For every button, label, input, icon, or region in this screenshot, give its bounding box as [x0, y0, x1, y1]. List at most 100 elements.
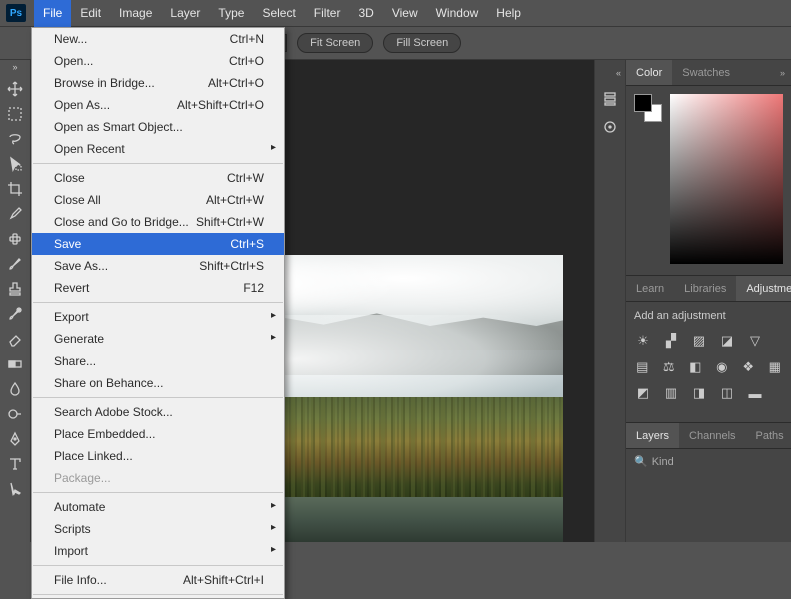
panels-collapse-icon[interactable]: »	[774, 60, 791, 85]
move-tool[interactable]	[3, 78, 27, 100]
posterize-icon[interactable]: ▥	[662, 384, 680, 402]
menu-file[interactable]: File	[34, 0, 71, 27]
photoshop-logo-icon: Ps	[6, 4, 26, 22]
menu-image[interactable]: Image	[110, 0, 161, 27]
tab-adjustments[interactable]: Adjustment	[736, 276, 791, 301]
menu-item-save[interactable]: SaveCtrl+S	[32, 233, 284, 255]
menu-item-revert[interactable]: RevertF12	[32, 277, 284, 299]
menu-item-close-all[interactable]: Close AllAlt+Ctrl+W	[32, 189, 284, 211]
menu-item-open-as-smart-object[interactable]: Open as Smart Object...	[32, 116, 284, 138]
menu-item-label: Browse in Bridge...	[54, 76, 208, 90]
menu-item-place-linked[interactable]: Place Linked...	[32, 445, 284, 467]
properties-panel-icon[interactable]	[599, 116, 621, 138]
tab-layers[interactable]: Layers	[626, 423, 679, 448]
fill-screen-button[interactable]: Fill Screen	[383, 33, 461, 53]
menu-edit[interactable]: Edit	[71, 0, 110, 27]
color-picker-field[interactable]	[670, 94, 783, 264]
menu-item-search-adobe-stock[interactable]: Search Adobe Stock...	[32, 401, 284, 423]
type-tool[interactable]	[3, 453, 27, 475]
healing-tool[interactable]	[3, 228, 27, 250]
lookup-icon[interactable]: ▦	[767, 358, 784, 376]
panels-collapse-icon[interactable]: «	[616, 68, 621, 78]
color-panel-tabs: Color Swatches »	[626, 60, 791, 86]
levels-icon[interactable]: ▞	[662, 332, 680, 350]
fit-screen-button[interactable]: Fit Screen	[297, 33, 373, 53]
layers-panel-group: Layers Channels Paths 🔍 Kind	[626, 423, 791, 542]
layer-kind-label[interactable]: Kind	[652, 456, 674, 468]
bw-icon[interactable]: ◧	[687, 358, 704, 376]
tab-learn[interactable]: Learn	[626, 276, 674, 301]
menu-item-label: New...	[54, 32, 230, 46]
vibrance-icon[interactable]: ▽	[746, 332, 764, 350]
dodge-tool[interactable]	[3, 403, 27, 425]
tab-libraries[interactable]: Libraries	[674, 276, 736, 301]
menu-item-label: Revert	[54, 281, 243, 295]
menu-item-label: Open as Smart Object...	[54, 120, 264, 134]
photo-filter-icon[interactable]: ◉	[714, 358, 731, 376]
menu-item-file-info[interactable]: File Info...Alt+Shift+Ctrl+I	[32, 569, 284, 591]
brush-tool[interactable]	[3, 253, 27, 275]
menu-item-place-embedded[interactable]: Place Embedded...	[32, 423, 284, 445]
exposure-icon[interactable]: ◪	[718, 332, 736, 350]
menu-item-share-on-behance[interactable]: Share on Behance...	[32, 372, 284, 394]
menu-window[interactable]: Window	[427, 0, 488, 27]
tab-swatches[interactable]: Swatches	[672, 60, 740, 85]
invert-icon[interactable]: ◩	[634, 384, 652, 402]
history-panel-icon[interactable]	[599, 88, 621, 110]
pen-tool[interactable]	[3, 428, 27, 450]
menu-item-new[interactable]: New...Ctrl+N	[32, 28, 284, 50]
lasso-tool[interactable]	[3, 128, 27, 150]
menu-item-automate[interactable]: Automate	[32, 496, 284, 518]
menu-item-close[interactable]: CloseCtrl+W	[32, 167, 284, 189]
menu-type[interactable]: Type	[209, 0, 253, 27]
menu-item-browse-in-bridge[interactable]: Browse in Bridge...Alt+Ctrl+O	[32, 72, 284, 94]
gradient-map-icon[interactable]: ▬	[746, 384, 764, 402]
menu-item-generate[interactable]: Generate	[32, 328, 284, 350]
menu-filter[interactable]: Filter	[305, 0, 350, 27]
tab-paths[interactable]: Paths	[746, 423, 791, 448]
menu-item-save-as[interactable]: Save As...Shift+Ctrl+S	[32, 255, 284, 277]
threshold-icon[interactable]: ◨	[690, 384, 708, 402]
search-icon[interactable]: 🔍	[634, 455, 648, 468]
path-select-tool[interactable]	[3, 478, 27, 500]
eraser-tool[interactable]	[3, 328, 27, 350]
blur-tool[interactable]	[3, 378, 27, 400]
tab-channels[interactable]: Channels	[679, 423, 745, 448]
crop-tool[interactable]	[3, 178, 27, 200]
marquee-tool[interactable]	[3, 103, 27, 125]
menu-select[interactable]: Select	[253, 0, 304, 27]
menu-item-label: Share...	[54, 354, 264, 368]
brightness-icon[interactable]: ☀	[634, 332, 652, 350]
menu-item-package: Package...	[32, 467, 284, 489]
menu-layer[interactable]: Layer	[161, 0, 209, 27]
menu-item-export[interactable]: Export	[32, 306, 284, 328]
menu-item-open[interactable]: Open...Ctrl+O	[32, 50, 284, 72]
menu-item-open-as[interactable]: Open As...Alt+Shift+Ctrl+O	[32, 94, 284, 116]
fg-bg-swatch[interactable]	[634, 94, 662, 122]
history-brush-tool[interactable]	[3, 303, 27, 325]
menu-item-scripts[interactable]: Scripts	[32, 518, 284, 540]
foreground-color-swatch[interactable]	[634, 94, 652, 112]
menu-3d[interactable]: 3D	[349, 0, 382, 27]
curves-icon[interactable]: ▨	[690, 332, 708, 350]
stamp-tool[interactable]	[3, 278, 27, 300]
menu-item-share[interactable]: Share...	[32, 350, 284, 372]
menu-item-open-recent[interactable]: Open Recent	[32, 138, 284, 160]
menu-item-import[interactable]: Import	[32, 540, 284, 562]
tab-color[interactable]: Color	[626, 60, 672, 85]
quick-select-tool[interactable]	[3, 153, 27, 175]
menu-item-shortcut: Ctrl+O	[229, 54, 264, 68]
eyedropper-tool[interactable]	[3, 203, 27, 225]
menu-separator	[33, 302, 283, 303]
selective-icon[interactable]: ◫	[718, 384, 736, 402]
balance-icon[interactable]: ⚖	[661, 358, 678, 376]
tools-expand-icon[interactable]: »	[12, 62, 17, 72]
gradient-tool[interactable]	[3, 353, 27, 375]
menu-view[interactable]: View	[383, 0, 427, 27]
hue-icon[interactable]: ▤	[634, 358, 651, 376]
menu-item-shortcut: Shift+Ctrl+S	[199, 259, 264, 273]
menu-help[interactable]: Help	[487, 0, 530, 27]
layers-panel-tabs: Layers Channels Paths	[626, 423, 791, 449]
channel-mixer-icon[interactable]: ❖	[740, 358, 757, 376]
menu-item-close-and-go-to-bridge[interactable]: Close and Go to Bridge...Shift+Ctrl+W	[32, 211, 284, 233]
